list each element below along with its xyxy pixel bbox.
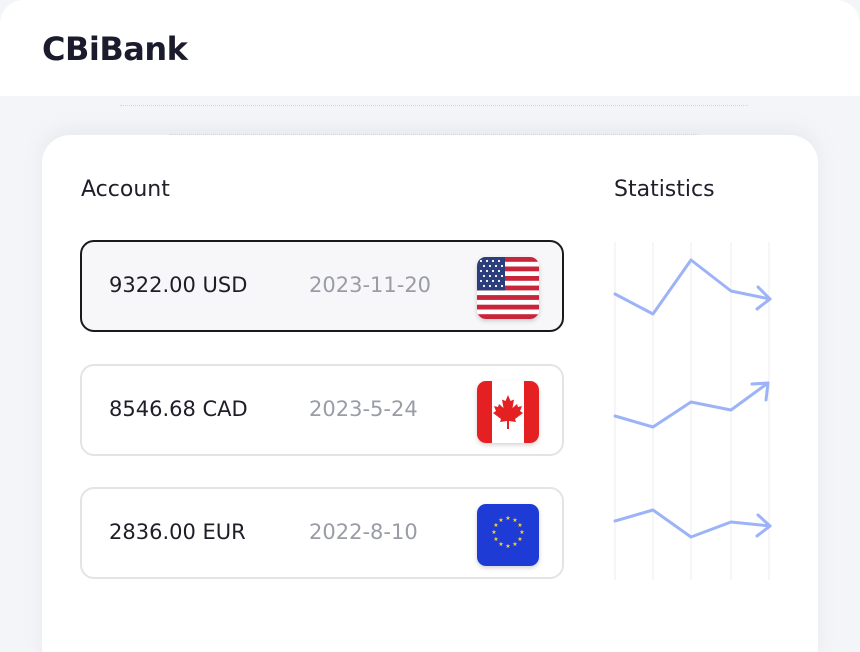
account-row-eur[interactable]: 2836.00 EUR 2022-8-10 ★ ★ ★ ★ ★ ★ ★ ★ ★ … — [80, 487, 564, 579]
account-amount: 8546.68 CAD — [109, 397, 248, 421]
canada-flag-icon — [477, 381, 539, 443]
account-date: 2022-8-10 — [309, 520, 418, 544]
svg-text:★: ★ — [498, 541, 503, 548]
stack-divider-1 — [120, 105, 748, 106]
svg-text:★: ★ — [517, 536, 522, 543]
usd-trend-sparkline — [613, 258, 772, 316]
svg-text:★: ★ — [517, 522, 522, 529]
app-header: CBiBank — [0, 0, 860, 96]
svg-text:★: ★ — [505, 543, 510, 550]
svg-text:★: ★ — [512, 541, 517, 548]
us-flag-icon — [477, 257, 539, 319]
account-row-cad[interactable]: 8546.68 CAD 2023-5-24 — [80, 364, 564, 456]
svg-text:★: ★ — [498, 517, 503, 524]
account-amount: 2836.00 EUR — [109, 520, 246, 544]
account-date: 2023-5-24 — [309, 397, 418, 421]
svg-text:★: ★ — [519, 529, 524, 536]
eur-trend-sparkline — [613, 508, 772, 539]
account-date: 2023-11-20 — [309, 273, 432, 297]
account-section-title: Account — [81, 177, 170, 202]
account-amount: 9322.00 USD — [109, 273, 248, 297]
svg-text:★: ★ — [493, 536, 498, 543]
eu-flag-icon: ★ ★ ★ ★ ★ ★ ★ ★ ★ ★ ★ ★ — [477, 504, 539, 566]
app-logo: CBiBank — [42, 30, 188, 68]
statistics-section-title: Statistics — [614, 177, 715, 202]
svg-text:★: ★ — [505, 515, 510, 522]
statistics-panel — [600, 230, 800, 590]
svg-text:★: ★ — [491, 529, 496, 536]
account-row-usd[interactable]: 9322.00 USD 2023-11-20 — [80, 240, 564, 332]
